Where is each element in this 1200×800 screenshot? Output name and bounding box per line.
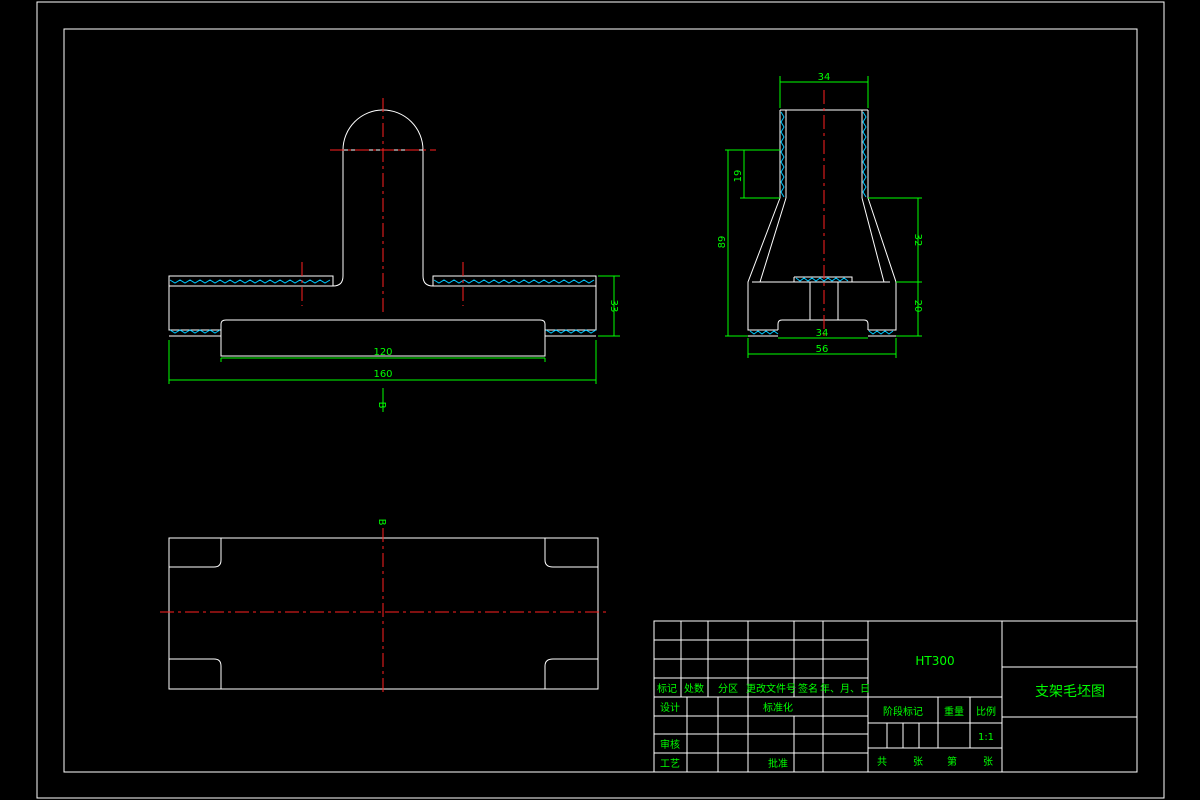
- section-mark-plan: B: [376, 519, 387, 526]
- tb-review: 审核: [660, 738, 680, 751]
- tb-sheet-no-prefix: 第: [947, 755, 957, 768]
- tb-header-sign: 签名: [798, 682, 818, 695]
- tb-sheet-total-prefix: 共: [877, 756, 887, 768]
- tb-weight: 重量: [944, 705, 964, 718]
- dim-side-bottom-width: 56: [816, 344, 829, 355]
- tb-drawing-name: 支架毛坯图: [1035, 684, 1105, 700]
- tb-approve: 批准: [768, 757, 788, 770]
- outer-border: [36, 1, 1165, 799]
- tb-header-change-doc: 更改文件号: [746, 682, 796, 695]
- dim-front-overall-length: 160: [373, 369, 392, 380]
- front-view: 120 160 33 B: [168, 98, 620, 412]
- tb-header-mark: 标记: [657, 683, 677, 695]
- dim-side-total-height: 89: [717, 236, 728, 249]
- front-hatch-left-top: [169, 279, 331, 284]
- dim-side-base-height: 20: [912, 300, 923, 313]
- tb-sheet-no-suffix: 张: [983, 756, 993, 768]
- dim-side-taper-height: 32: [912, 234, 923, 247]
- tb-process: 工艺: [660, 758, 680, 770]
- title-block: 标记 处数 分区 更改文件号 签名 年、月、日 设计 标准化 审核 工艺 批准 …: [653, 620, 1138, 773]
- dim-front-inner-length: 120: [373, 347, 392, 358]
- dim-side-neck-height: 19: [733, 170, 744, 183]
- tb-header-zone: 分区: [718, 683, 738, 695]
- tb-scale-value: 1:1: [978, 732, 994, 743]
- tb-material: HT300: [915, 654, 954, 668]
- side-hatch-left: [780, 111, 785, 198]
- tb-stage-mark: 阶段标记: [883, 705, 923, 718]
- tb-standardize: 标准化: [763, 701, 793, 714]
- inner-frame: [63, 28, 1138, 773]
- side-view: 34 19 89 32 20 34 56: [717, 72, 923, 358]
- dim-side-top-width: 34: [818, 72, 831, 83]
- front-hatch-right-top: [433, 279, 595, 284]
- cad-drawing-sheet: 120 160 33 B 34 19 89 32 20 34 56 B 标记 处…: [36, 1, 1165, 799]
- dim-side-bottom-inner: 34: [816, 328, 829, 339]
- tb-scale-label: 比例: [976, 705, 996, 718]
- section-mark-front: B: [376, 402, 387, 409]
- side-hatch-right: [862, 111, 867, 198]
- tb-design: 设计: [660, 701, 680, 714]
- dim-front-height: 33: [608, 300, 619, 313]
- tb-header-count: 处数: [684, 682, 704, 695]
- tb-sheet-total-suffix: 张: [913, 756, 923, 768]
- plan-view: B: [160, 519, 608, 696]
- front-dimensions: [168, 275, 620, 412]
- tb-header-date: 年、月、日: [820, 682, 870, 695]
